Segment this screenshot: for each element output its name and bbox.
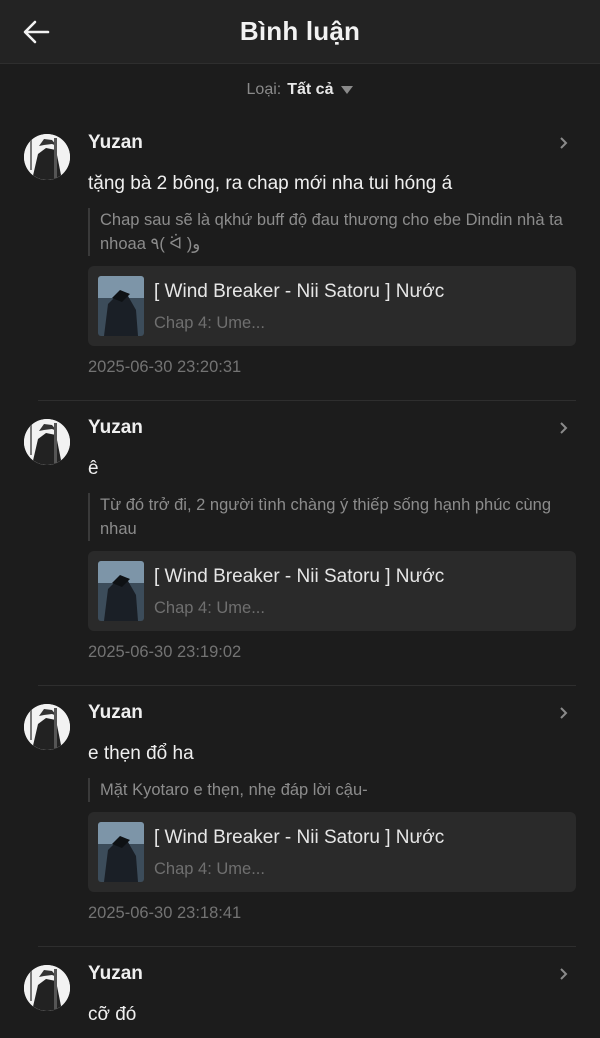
filter-label: Loại: <box>246 81 282 98</box>
caret-down-icon <box>341 86 354 94</box>
username[interactable]: Yuzan <box>88 417 143 439</box>
comment-text: cỡ đó <box>88 1004 137 1025</box>
story-cover <box>98 276 144 336</box>
chevron-right-icon[interactable] <box>554 418 574 438</box>
comment-text: e thẹn đổ ha <box>88 743 194 764</box>
quoted-passage: Chap sau sẽ là qkhứ buff độ đau thương c… <box>88 208 576 256</box>
story-chapter: Chap 4: Ume... <box>154 313 265 332</box>
avatar[interactable] <box>24 704 70 750</box>
back-arrow-icon[interactable] <box>20 16 52 48</box>
story-title: [ Wind Breaker - Nii Satoru ] Nước <box>154 280 445 302</box>
avatar[interactable] <box>24 419 70 465</box>
avatar[interactable] <box>24 965 70 1011</box>
story-title: [ Wind Breaker - Nii Satoru ] Nước <box>154 565 445 587</box>
story-cover <box>98 822 144 882</box>
page-title: Bình luận <box>239 16 361 46</box>
comment-item[interactable]: Yuzan tặng bà 2 bông, ra chap mới nha tu… <box>0 116 600 401</box>
story-chapter: Chap 4: Ume... <box>154 859 265 878</box>
story-card[interactable]: [ Wind Breaker - Nii Satoru ] Nước Chap … <box>88 266 576 346</box>
filter-value: Tất cả <box>287 81 334 98</box>
chevron-right-icon[interactable] <box>554 133 574 153</box>
chevron-right-icon[interactable] <box>554 703 574 723</box>
avatar[interactable] <box>24 134 70 180</box>
comment-text: tặng bà 2 bông, ra chap mới nha tui hóng… <box>88 173 453 194</box>
comment-item[interactable]: Yuzan ê Từ đó trở đi, 2 người tình chàng… <box>0 401 600 686</box>
story-cover <box>98 561 144 621</box>
story-chapter: Chap 4: Ume... <box>154 598 265 617</box>
username[interactable]: Yuzan <box>88 132 143 154</box>
top-bar: Bình luận <box>0 0 600 64</box>
comment-timestamp: 2025-06-30 23:18:41 <box>88 904 242 922</box>
comment-timestamp: 2025-06-30 23:20:31 <box>88 358 242 376</box>
story-title: [ Wind Breaker - Nii Satoru ] Nước <box>154 826 445 848</box>
comment-item[interactable]: Yuzan cỡ đó <box>0 947 600 1027</box>
quoted-passage: Mặt Kyotaro e thẹn, nhẹ đáp lời cậu- <box>88 778 576 802</box>
filter-dropdown[interactable]: Loại: Tất cả <box>0 64 600 116</box>
comment-text: ê <box>88 458 99 479</box>
chevron-right-icon[interactable] <box>554 964 574 984</box>
quoted-passage: Từ đó trở đi, 2 người tình chàng ý thiếp… <box>88 493 576 541</box>
username[interactable]: Yuzan <box>88 963 143 985</box>
comment-item[interactable]: Yuzan e thẹn đổ ha Mặt Kyotaro e thẹn, n… <box>0 686 600 947</box>
username[interactable]: Yuzan <box>88 702 143 724</box>
story-card[interactable]: [ Wind Breaker - Nii Satoru ] Nước Chap … <box>88 551 576 631</box>
comment-timestamp: 2025-06-30 23:19:02 <box>88 643 242 661</box>
story-card[interactable]: [ Wind Breaker - Nii Satoru ] Nước Chap … <box>88 812 576 892</box>
